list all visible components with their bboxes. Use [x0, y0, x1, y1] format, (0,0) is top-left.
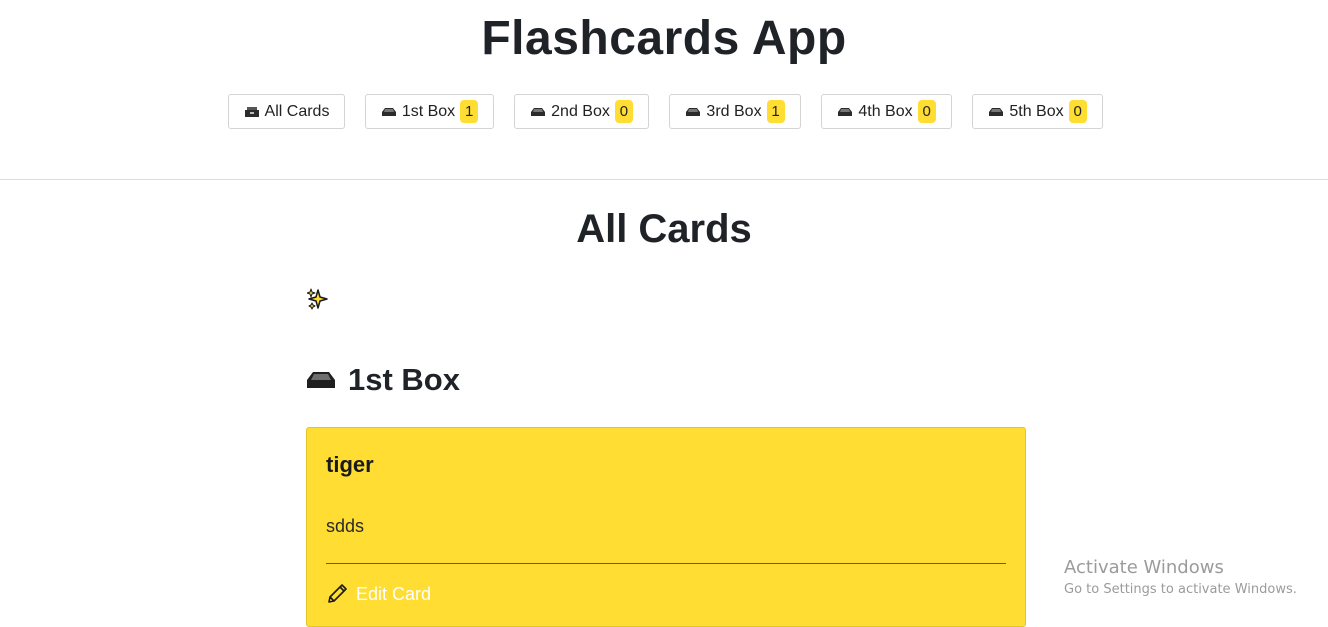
nav-item-label: 3rd Box — [706, 102, 762, 120]
inbox-tray-icon — [838, 107, 853, 116]
inbox-tray-icon — [381, 107, 396, 116]
box-nav: All Cards 1st Box 1 2nd Box 0 3rd Box 1 — [0, 94, 1328, 132]
inbox-tray-icon — [531, 107, 546, 116]
activation-watermark: Activate Windows Go to Settings to activ… — [1064, 556, 1297, 600]
edit-card-label: Edit Card — [356, 583, 432, 604]
nav-3rd-box-button[interactable]: 3rd Box 1 — [669, 94, 801, 129]
nav-4th-box-button[interactable]: 4th Box 0 — [821, 94, 952, 129]
inbox-tray-icon — [686, 107, 701, 116]
count-badge: 1 — [460, 100, 479, 123]
nav-item-label: 5th Box — [1009, 102, 1064, 120]
nav-item-label: 1st Box — [401, 102, 456, 120]
watermark-subtitle: Go to Settings to activate Windows. — [1064, 582, 1297, 597]
nav-1st-box-button[interactable]: 1st Box 1 — [365, 94, 494, 129]
count-badge: 0 — [917, 100, 936, 123]
card-file-box-icon — [244, 106, 259, 117]
edit-card-button[interactable]: Edit Card — [326, 583, 431, 605]
section-title: All Cards — [576, 207, 752, 251]
nav-item-label: All Cards — [264, 102, 330, 120]
box-title: 1st Box — [348, 362, 460, 397]
nav-2nd-box-button[interactable]: 2nd Box 0 — [514, 94, 649, 129]
card-divider — [326, 563, 1006, 564]
card-back: sdds — [326, 516, 365, 536]
count-badge: 0 — [614, 100, 633, 123]
nav-item-label: 4th Box — [858, 102, 913, 120]
inbox-tray-icon — [989, 107, 1004, 116]
sparkles-icon[interactable] — [307, 288, 329, 310]
inbox-tray-icon — [307, 372, 335, 388]
header-divider — [0, 179, 1328, 180]
count-badge: 1 — [766, 100, 785, 123]
watermark-title: Activate Windows — [1064, 557, 1224, 578]
pencil-icon — [328, 584, 347, 603]
card-front: tiger — [326, 452, 374, 477]
nav-item-label: 2nd Box — [551, 102, 610, 120]
count-badge: 0 — [1068, 100, 1087, 123]
nav-all-cards-button[interactable]: All Cards — [228, 94, 345, 129]
app-title: Flashcards App — [481, 12, 847, 65]
flashcard[interactable]: tiger sdds Edit Card — [306, 427, 1026, 627]
nav-5th-box-button[interactable]: 5th Box 0 — [972, 94, 1103, 129]
box-heading: 1st Box — [306, 362, 460, 398]
